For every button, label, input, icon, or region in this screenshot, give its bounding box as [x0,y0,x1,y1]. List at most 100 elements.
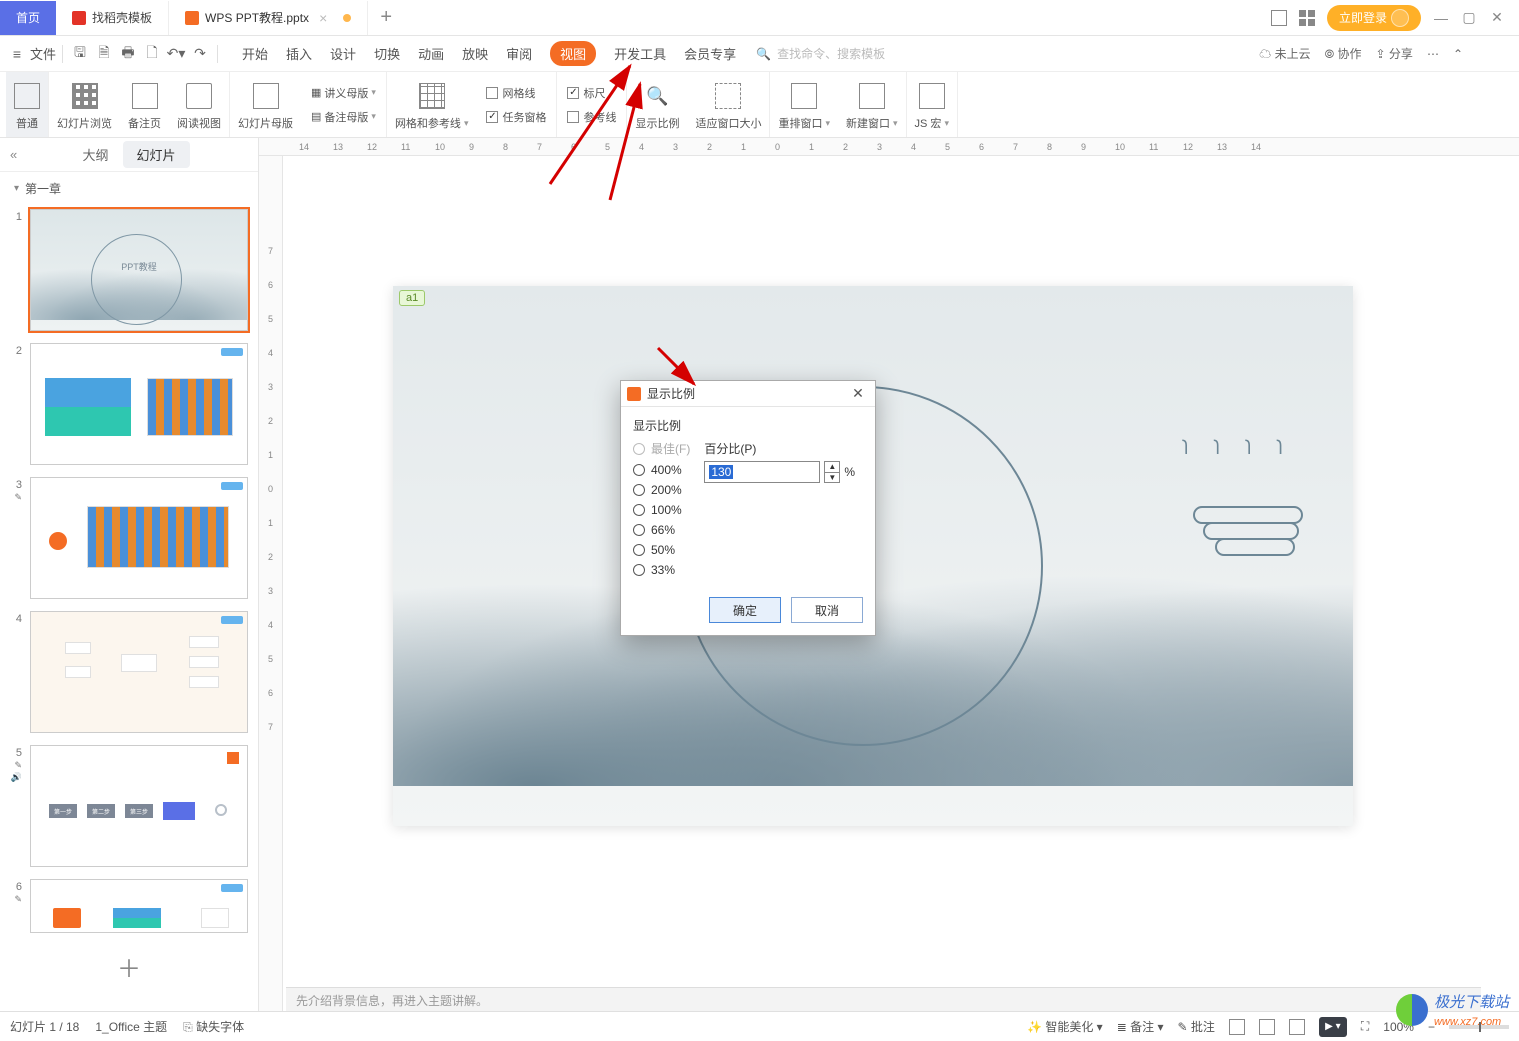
outline-tab[interactable]: 大纲 [68,141,122,168]
thumbnail-6[interactable] [30,879,248,933]
status-comments-button[interactable]: ✎ 批注 [1177,1018,1214,1035]
thumbnail-2[interactable] [30,343,248,465]
share-button[interactable]: ⇪ 分享 [1376,45,1413,62]
gridlines-checkbox[interactable]: 网格线 [486,85,546,101]
dialog-close-button[interactable]: ✕ [847,383,869,405]
thumbnail-5[interactable]: 第一步 第二步 第三步 [30,745,248,867]
apps-grid-icon[interactable] [1299,10,1315,26]
new-tab-button[interactable]: + [368,6,404,29]
close-tab-icon[interactable]: × [319,10,327,26]
tab-current-doc[interactable]: WPS PPT教程.pptx × [169,1,368,35]
doke-icon [72,11,86,25]
more-icon[interactable]: ⋯ [1427,47,1439,61]
status-notes-button[interactable]: ≣ 备注 ▾ [1117,1018,1164,1035]
slideshow-play-button[interactable]: ▶ ▾ [1319,1017,1347,1037]
zoom-50-radio[interactable]: 50% [633,543,690,557]
tab-devtools[interactable]: 开发工具 [614,44,666,63]
lecture-master-button[interactable]: ▦ 讲义母版 [311,85,376,101]
notes-bar[interactable]: 先介绍背景信息，再进入主题讲解。 [286,987,1481,1011]
dialog-titlebar[interactable]: 显示比例 ✕ [621,381,875,407]
tab-templates[interactable]: 找稻壳模板 [56,1,169,35]
tab-current-doc-label: WPS PPT教程.pptx [205,9,309,26]
ribbon-view: 普通 幻灯片浏览 备注页 阅读视图 幻灯片母版 ▦ 讲义母版 ▤ 备注母版 网格… [0,72,1519,138]
zoom-66-radio[interactable]: 66% [633,523,690,537]
percent-spinner[interactable]: ▲▼ [824,461,840,483]
tab-home[interactable]: 首页 [0,1,56,35]
spin-down-icon[interactable]: ▼ [825,473,839,483]
coop-button[interactable]: ⦾ 协作 [1325,45,1362,62]
reading-view-status-icon[interactable] [1289,1019,1305,1035]
print-preview-icon[interactable]: 🗋 [141,43,163,65]
smart-beautify-button[interactable]: ✨ 智能美化 ▾ [1027,1018,1103,1035]
file-menu[interactable]: 文件 [30,43,56,65]
thumbnail-1[interactable]: PPT教程 [30,209,248,331]
hamburger-icon[interactable]: ≡ [6,43,28,65]
sorter-view-status-icon[interactable] [1259,1019,1275,1035]
collapse-ribbon-icon[interactable]: ⌃ [1453,47,1463,61]
add-slide-button[interactable]: ＋ [10,945,248,988]
missing-font-warning[interactable]: ⎘ 缺失字体 [183,1018,244,1035]
zoom-100-radio[interactable]: 100% [633,503,690,517]
new-window-label: 新建窗口 [846,115,898,131]
maximize-button[interactable]: ▢ [1461,10,1477,26]
grid-guides-button[interactable]: 网格和参考线 [387,72,477,137]
spin-up-icon[interactable]: ▲ [825,462,839,473]
tab-design[interactable]: 设计 [330,44,356,63]
zoom-button[interactable]: 🔍 显示比例 [627,72,687,137]
guides-checkbox[interactable]: 参考线 [567,109,616,125]
minimize-button[interactable]: — [1433,10,1449,26]
zoom-400-radio[interactable]: 400% [633,463,690,477]
tab-member[interactable]: 会员专享 [684,44,736,63]
save-as-icon[interactable]: 🗎 [93,43,115,65]
slide-counter: 幻灯片 1 / 18 [10,1018,79,1035]
close-window-button[interactable]: ✕ [1489,10,1505,26]
show-checkboxes-2: 标尺 参考线 [557,72,627,137]
search-icon: 🔍 [756,47,771,61]
dialog-ok-button[interactable]: 确定 [709,597,781,623]
login-button[interactable]: 立即登录 [1327,5,1421,31]
js-macro-button[interactable]: JS 宏 [907,72,958,137]
save-icon[interactable]: 🖫 [69,43,91,65]
fit-window-button[interactable]: 适应窗口大小 [687,72,770,137]
rearrange-window-button[interactable]: 重排窗口 [770,72,838,137]
view-normal-button[interactable]: 普通 [6,72,49,137]
notes-master-button[interactable]: ▤ 备注母版 [311,109,376,125]
slide-stage[interactable]: 教程 𐑐 𐑐 𐑐 𐑐 a1 [283,156,1519,1011]
taskpane-checkbox[interactable]: 任务窗格 [486,109,546,125]
slide-master-button[interactable]: 幻灯片母版 [230,72,301,137]
slides-tab[interactable]: 幻灯片 [123,141,190,168]
dialog-cancel-button[interactable]: 取消 [791,597,863,623]
thumbnail-4[interactable] [30,611,248,733]
zoom-33-radio[interactable]: 33% [633,563,690,577]
collapse-panel-icon[interactable]: « [10,147,17,162]
zoom-200-radio[interactable]: 200% [633,483,690,497]
slide-number: 2 [10,343,22,465]
tab-review[interactable]: 审阅 [506,44,532,63]
ruler-checkbox[interactable]: 标尺 [567,85,616,101]
slides-panel: « 大纲 幻灯片 第一章 1 PPT教程 2 3✎ [0,138,259,1011]
thumbnails-list[interactable]: 1 PPT教程 2 3✎ [0,205,258,1011]
tab-insert[interactable]: 插入 [286,44,312,63]
tab-view[interactable]: 视图 [550,41,596,66]
tab-transition[interactable]: 切换 [374,44,400,63]
comment-marker[interactable]: a1 [399,290,425,306]
print-icon[interactable]: 🖶 [117,43,139,65]
tab-animation[interactable]: 动画 [418,44,444,63]
normal-view-status-icon[interactable] [1229,1019,1245,1035]
new-window-button[interactable]: 新建窗口 [838,72,907,137]
chapter-row[interactable]: 第一章 [0,172,258,205]
layout-toggle-icon[interactable] [1271,10,1287,26]
percent-input[interactable]: 130 [704,461,820,483]
undo-icon[interactable]: ↶▾ [165,43,187,65]
fit-zoom-icon[interactable]: ⛶ [1361,1019,1369,1034]
view-reading-button[interactable]: 阅读视图 [169,72,230,137]
watermark-url: www.xz7.com [1434,1016,1501,1028]
view-notes-page-button[interactable]: 备注页 [120,72,169,137]
redo-icon[interactable]: ↷ [189,43,211,65]
thumbnail-3[interactable] [30,477,248,599]
command-search[interactable]: 🔍 查找命令、搜索模板 [756,45,885,62]
cloud-status[interactable]: ☁ 未上云 [1259,45,1310,62]
tab-start[interactable]: 开始 [242,44,268,63]
tab-slideshow[interactable]: 放映 [462,44,488,63]
view-slide-browse-button[interactable]: 幻灯片浏览 [49,72,120,137]
